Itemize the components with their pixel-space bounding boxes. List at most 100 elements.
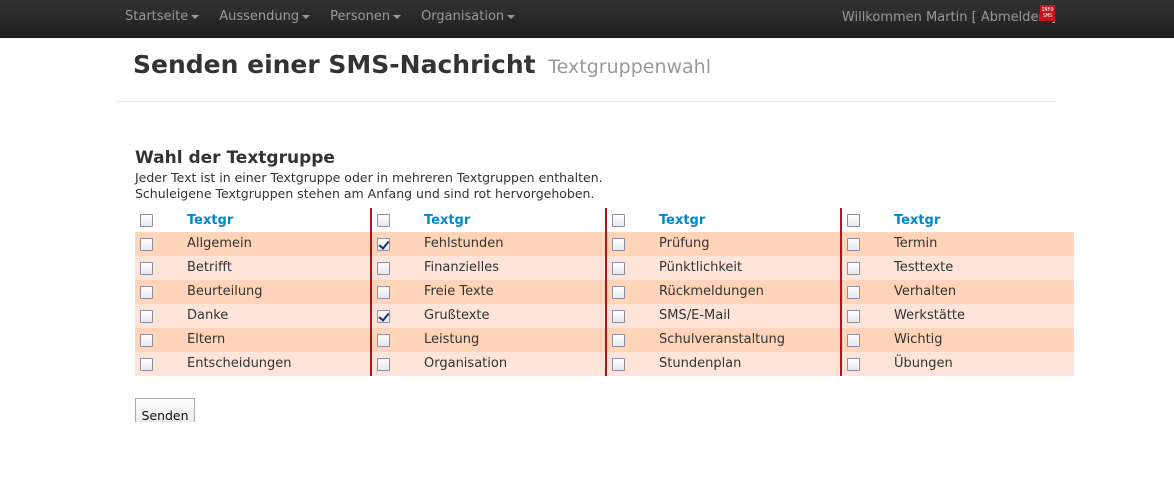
textgroup-checkbox[interactable] — [612, 262, 625, 275]
textgroup-cell: Rückmeldungen — [605, 280, 840, 304]
select-all-checkbox[interactable] — [847, 214, 860, 227]
textgroup-checkbox[interactable] — [140, 238, 153, 251]
textgroup-checkbox[interactable] — [377, 334, 390, 347]
infosms-logo-icon[interactable]: INFO SMS — [1040, 5, 1055, 21]
page-subtitle: Textgruppenwahl — [548, 56, 711, 78]
textgroup-cell: Grußtexte — [370, 304, 605, 328]
textgroup-label: Verhalten — [894, 284, 957, 299]
textgroup-label: Finanzielles — [424, 260, 500, 275]
nav-item-startseite[interactable]: Startseite — [115, 0, 209, 34]
textgroup-label: Danke — [187, 308, 229, 323]
textgroup-cell: Betrifft — [135, 256, 370, 280]
textgroup-checkbox[interactable] — [612, 310, 625, 323]
textgroup-cell: Prüfung — [605, 232, 840, 256]
logo-text: INFO SMS — [1041, 7, 1054, 19]
logout-link[interactable]: Abmelden — [981, 10, 1047, 25]
textgroup-checkbox[interactable] — [847, 286, 860, 299]
textgroup-checkbox[interactable] — [847, 334, 860, 347]
textgroup-cell: Beurteilung — [135, 280, 370, 304]
description-line-2: Schuleigene Textgruppen stehen am Anfang… — [135, 186, 595, 201]
textgroup-checkbox[interactable] — [377, 262, 390, 275]
textgroup-cell: Verhalten — [840, 280, 1074, 304]
textgroup-label: Testtexte — [894, 260, 954, 275]
page-title: Senden einer SMS-Nachricht Textgruppenwa… — [133, 50, 711, 79]
textgroup-cell: Testtexte — [840, 256, 1074, 280]
send-button[interactable]: Senden — [135, 398, 195, 423]
description-line-1: Jeder Text ist in einer Textgruppe oder … — [135, 170, 603, 185]
nav-item-label: Organisation — [421, 9, 505, 24]
textgroup-cell: Leistung — [370, 328, 605, 352]
textgroup-label: Leistung — [424, 332, 480, 347]
table-row: Betrifft Finanzielles Pünktlichkeit Testtex… — [135, 256, 1074, 280]
textgroup-label: Pünktlichkeit — [659, 260, 743, 275]
textgroup-checkbox[interactable] — [612, 334, 625, 347]
column-header-link[interactable]: Textgr — [659, 213, 705, 228]
textgroup-checkbox[interactable] — [612, 286, 625, 299]
table-row: Allgemein Fehlstunden Prüfung Termin — [135, 232, 1074, 256]
column-header-link[interactable]: Textgr — [187, 213, 233, 228]
textgroup-label: Betrifft — [187, 260, 233, 275]
main-menu: Startseite Aussendung Personen Organisat… — [115, 0, 525, 34]
textgroup-checkbox[interactable] — [377, 310, 390, 323]
textgroup-cell: SMS/E-Mail — [605, 304, 840, 328]
textgroup-label: Grußtexte — [424, 308, 490, 323]
nav-item-aussendung[interactable]: Aussendung — [209, 0, 320, 34]
caret-down-icon — [191, 14, 200, 19]
textgroup-checkbox[interactable] — [140, 310, 153, 323]
textgroup-label: Beurteilung — [187, 284, 263, 299]
textgroup-checkbox[interactable] — [847, 310, 860, 323]
textgroup-label: Werkstätte — [894, 308, 965, 323]
textgroup-label: Schulveranstaltung — [659, 332, 786, 347]
nav-item-label: Personen — [330, 9, 391, 24]
textgroup-label: Allgemein — [187, 236, 252, 251]
textgroup-label: Übungen — [894, 356, 953, 371]
caret-down-icon — [302, 14, 311, 19]
textgroup-cell: Finanzielles — [370, 256, 605, 280]
select-all-checkbox[interactable] — [612, 214, 625, 227]
textgroup-checkbox[interactable] — [140, 286, 153, 299]
header-cell: Textgr — [840, 208, 1074, 232]
textgroup-checkbox[interactable] — [847, 262, 860, 275]
textgroup-cell: Freie Texte — [370, 280, 605, 304]
textgroup-checkbox[interactable] — [140, 262, 153, 275]
page-title-text: Senden einer SMS-Nachricht — [133, 50, 536, 79]
table-row: Eltern Leistung Schulveranstaltung Wichtig — [135, 328, 1074, 352]
textgroup-cell: Schulveranstaltung — [605, 328, 840, 352]
textgroup-label: Entscheidungen — [187, 356, 292, 371]
textgroup-label: Stundenplan — [659, 356, 742, 371]
welcome-text: Willkommen Martin [ — [841, 9, 977, 25]
textgroup-cell: Allgemein — [135, 232, 370, 256]
textgroup-checkbox[interactable] — [377, 238, 390, 251]
textgroup-cell: Werkstätte — [840, 304, 1074, 328]
textgroup-checkbox[interactable] — [612, 358, 625, 371]
select-all-checkbox[interactable] — [377, 214, 390, 227]
textgroup-checkbox[interactable] — [140, 334, 153, 347]
caret-down-icon — [393, 14, 402, 19]
textgroup-label: Fehlstunden — [424, 236, 504, 251]
nav-item-personen[interactable]: Personen — [320, 0, 411, 34]
textgroup-table: Textgr Textgr Textgr Textgr Allgemein Fehlstu… — [135, 208, 1074, 376]
textgroup-checkbox[interactable] — [847, 238, 860, 251]
textgroup-checkbox[interactable] — [140, 358, 153, 371]
textgroup-checkbox[interactable] — [377, 358, 390, 371]
textgroup-checkbox[interactable] — [847, 358, 860, 371]
column-header-link[interactable]: Textgr — [424, 213, 470, 228]
table-row: Danke Grußtexte SMS/E-Mail Werkstätte — [135, 304, 1074, 328]
nav-item-label: Aussendung — [219, 9, 300, 24]
textgroup-cell: Fehlstunden — [370, 232, 605, 256]
textgroup-label: Organisation — [424, 356, 508, 371]
select-all-checkbox[interactable] — [140, 214, 153, 227]
nav-item-organisation[interactable]: Organisation — [411, 0, 525, 34]
header-cell: Textgr — [370, 208, 605, 232]
column-header-link[interactable]: Textgr — [894, 213, 940, 228]
header-cell: Textgr — [135, 208, 370, 232]
textgroup-checkbox[interactable] — [377, 286, 390, 299]
textgroup-cell: Pünktlichkeit — [605, 256, 840, 280]
textgroup-label: Freie Texte — [424, 284, 494, 299]
page-header: Senden einer SMS-Nachricht Textgruppenwa… — [116, 38, 1056, 102]
textgroup-label: SMS/E-Mail — [659, 308, 731, 323]
textgroup-checkbox[interactable] — [612, 238, 625, 251]
nav-item-label: Startseite — [125, 9, 189, 24]
textgroup-label: Termin — [894, 236, 938, 251]
section-title: Wahl der Textgruppe — [135, 148, 335, 168]
